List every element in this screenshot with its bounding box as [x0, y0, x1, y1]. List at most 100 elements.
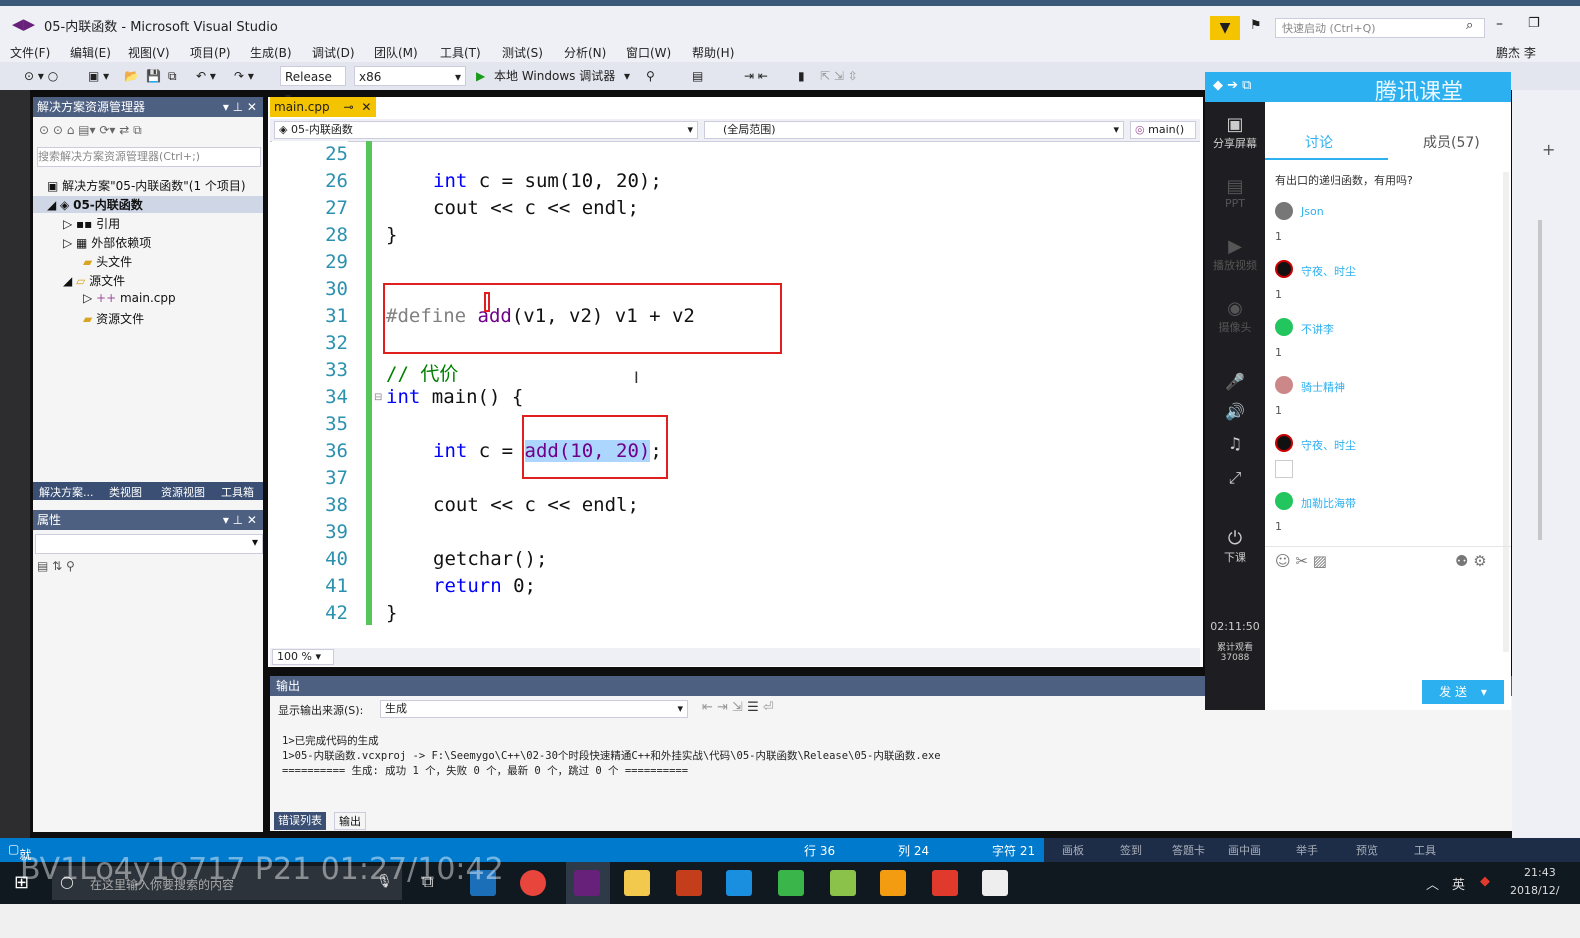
quick-launch-input[interactable]: 快速启动 (Ctrl+Q) — [1275, 18, 1485, 38]
chat-user-name[interactable]: 骑士精神 — [1301, 379, 1345, 395]
share-icon[interactable]: ◆ ➔ ⧉ — [1213, 78, 1251, 93]
feedback-icon[interactable]: ⚑ — [1250, 18, 1262, 33]
code-line-27[interactable]: cout << c << endl; — [433, 197, 639, 219]
sublime-icon[interactable] — [880, 870, 906, 896]
code-line-38[interactable]: cout << c << endl; — [433, 494, 639, 516]
start-debugging-button[interactable]: 本地 Windows 调试器 — [494, 66, 615, 86]
pin-icon[interactable]: ⊸ — [343, 100, 353, 114]
output-source-select[interactable]: 生成 ▾ — [380, 700, 688, 718]
tree-references[interactable]: ▷ ▪▪ 引用 — [63, 215, 120, 232]
avatar[interactable] — [1275, 376, 1293, 394]
solution-toolbar[interactable]: ⊙ ⊙ ⌂ ▤▾ ⟳▾ ⇄ ⧉ — [39, 123, 142, 138]
menu-tools[interactable]: 工具(T) — [440, 44, 481, 61]
tree-source-files[interactable]: ◢ ▱ 源文件 — [63, 272, 125, 289]
chevron-down-icon[interactable]: ▾ — [1481, 685, 1487, 699]
nav-member-select[interactable]: ◎ main() — [1130, 121, 1196, 139]
settings-icon[interactable]: ⚉ ⚙ — [1455, 552, 1487, 570]
back-icon[interactable]: ⊙ ▾ ○ — [24, 66, 58, 86]
avatar[interactable] — [1275, 434, 1293, 452]
app-icon[interactable] — [778, 870, 804, 896]
code-line-41[interactable]: return 0; — [433, 575, 536, 597]
avatar[interactable] — [1275, 260, 1293, 278]
avatar[interactable] — [1275, 492, 1293, 510]
tool-checkin[interactable]: 签到 — [1120, 842, 1142, 858]
menu-build[interactable]: 生成(B) — [250, 44, 292, 61]
run-dropdown-icon[interactable]: ▾ — [624, 66, 630, 86]
chat-user-name[interactable]: Json — [1301, 205, 1324, 218]
tool-pip[interactable]: 画中画 — [1228, 842, 1261, 858]
avatar[interactable] — [1275, 318, 1293, 336]
minimize-button[interactable]: – — [1496, 16, 1503, 32]
save-icon[interactable]: 💾 — [146, 66, 161, 86]
ime-indicator[interactable]: 英 — [1452, 874, 1465, 893]
properties-close-icon[interactable]: ▾ ⊥ ✕ — [223, 510, 257, 530]
app-icon[interactable] — [830, 870, 856, 896]
menu-analyze[interactable]: 分析(N) — [564, 44, 606, 61]
add-icon[interactable]: + — [1542, 140, 1555, 159]
code-line-42[interactable]: } — [386, 602, 397, 624]
properties-toolbar[interactable]: ▤ ⇅ ⚲ — [37, 559, 75, 573]
emoji-icon[interactable]: ☺ ✂ ▨ — [1275, 552, 1327, 570]
tool-whiteboard[interactable]: 画板 — [1062, 842, 1084, 858]
server-explorer-strip[interactable] — [0, 90, 30, 840]
output-toolbar-icons[interactable]: ⇤ ⇥ ⇲ ☰ ⏎ — [702, 700, 774, 715]
open-icon[interactable]: 📂 — [124, 66, 139, 86]
tree-external-deps[interactable]: ▷ ▦ 外部依赖项 — [63, 234, 151, 251]
app-icon[interactable] — [932, 870, 958, 896]
antivirus-icon[interactable]: ◆ — [1480, 874, 1490, 889]
app-icon[interactable] — [982, 870, 1008, 896]
tab-output[interactable]: 输出 — [334, 812, 366, 830]
menu-team[interactable]: 团队(M) — [374, 44, 418, 61]
restore-button[interactable]: ❐ — [1528, 16, 1540, 31]
menu-window[interactable]: 窗口(W) — [626, 44, 671, 61]
code-line-33[interactable]: // 代价 — [386, 359, 458, 386]
tab-toolbox[interactable]: 工具箱 — [221, 484, 254, 500]
chat-user-name[interactable]: 加勒比海带 — [1301, 495, 1356, 511]
menu-view[interactable]: 视图(V) — [128, 44, 170, 61]
undo-icon[interactable]: ↶ ▾ — [196, 66, 216, 86]
scrollbar-thumb[interactable] — [1538, 220, 1542, 540]
chrome-icon[interactable] — [520, 870, 546, 896]
file-explorer-icon[interactable] — [624, 870, 650, 896]
tab-members[interactable]: 成员(57) — [1423, 132, 1480, 152]
menu-help[interactable]: 帮助(H) — [692, 44, 734, 61]
camera-button[interactable]: ◉ 摄像头 — [1205, 298, 1265, 335]
nav-project-select[interactable]: ◈ 05-内联函数 ▾ — [274, 121, 698, 139]
new-project-icon[interactable]: ▣ ▾ — [88, 66, 109, 86]
avatar[interactable] — [1275, 202, 1293, 220]
code-line-40[interactable]: getchar(); — [433, 548, 547, 570]
tab-class-view[interactable]: 类视图 — [109, 484, 142, 500]
bookmark-icon[interactable]: ▮ — [798, 66, 805, 86]
tab-discussion[interactable]: 讨论 — [1305, 132, 1333, 152]
indent-icon[interactable]: ⇥ ⇤ — [744, 66, 768, 86]
send-button[interactable]: 发 送 ▾ — [1422, 680, 1504, 704]
tool-tools[interactable]: 工具 — [1414, 842, 1436, 858]
nav-scope-select[interactable]: (全局范围) ▾ — [704, 121, 1124, 139]
menu-file[interactable]: 文件(F) — [10, 44, 50, 61]
share-screen-button[interactable]: ▣ 分享屏幕 — [1205, 114, 1265, 151]
redo-icon[interactable]: ↷ ▾ — [234, 66, 254, 86]
tree-resource-files[interactable]: ▰ 资源文件 — [83, 310, 144, 327]
volume-icon[interactable]: 🔊 — [1205, 402, 1265, 421]
tree-project[interactable]: ◢ ◈ 05-内联函数 — [33, 196, 263, 213]
collapse-icon[interactable]: ⊟ — [374, 392, 382, 403]
tab-resource-view[interactable]: 资源视图 — [161, 484, 205, 500]
solution-search-input[interactable]: 搜索解决方案资源管理器(Ctrl+;) — [37, 147, 261, 167]
platform-select[interactable]: x86 ▾ — [354, 66, 466, 86]
end-class-button[interactable]: ⏻ 下课 — [1205, 528, 1265, 565]
chevron-up-icon[interactable]: ︿ — [1426, 874, 1439, 893]
fullscreen-icon[interactable]: ⤢ — [1205, 468, 1265, 488]
tree-main-cpp[interactable]: ▷ ++ main.cpp — [83, 291, 176, 305]
tab-error-list[interactable]: 错误列表 — [274, 812, 326, 830]
filter-icon[interactable]: ▼ — [1210, 16, 1240, 40]
configuration-select[interactable]: Release ▾ — [280, 66, 346, 104]
play-video-button[interactable]: ▶ 播放视频 — [1205, 236, 1265, 273]
panel-close-icon[interactable]: ▾ ⊥ ✕ — [223, 97, 257, 117]
tab-solution[interactable]: 解决方案... — [39, 484, 94, 500]
image-placeholder[interactable] — [1275, 460, 1293, 478]
tencent-class-icon[interactable] — [726, 870, 752, 896]
bookmark-nav-icon[interactable]: ⇱ ⇲ ⇳ — [820, 66, 858, 86]
menu-debug[interactable]: 调试(D) — [312, 44, 355, 61]
chat-user-name[interactable]: 不讲李 — [1301, 321, 1334, 337]
tool-raise-hand[interactable]: 举手 — [1296, 842, 1318, 858]
